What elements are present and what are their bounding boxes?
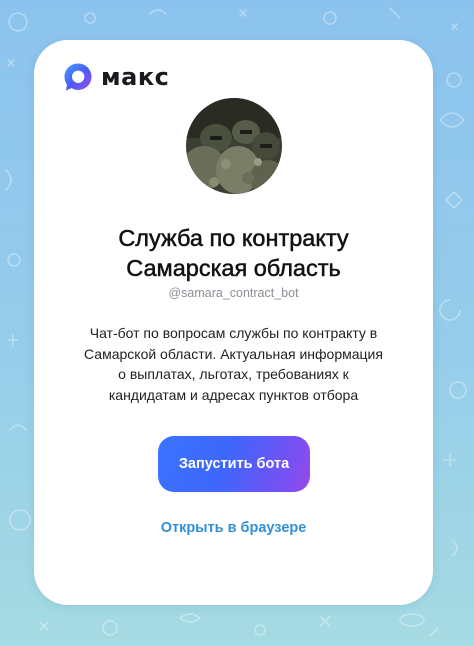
bot-description-line: Самарской области. Актуальная информация <box>84 345 383 362</box>
bot-description-line: о выплатах, льготах, требованиях к <box>118 366 349 382</box>
start-bot-button[interactable]: Запустить бота <box>158 436 310 492</box>
bot-username: @samara_contract_bot <box>168 286 299 300</box>
bot-avatar <box>186 98 282 194</box>
bot-card: макс Служба по контракту Самарская облас… <box>34 40 433 605</box>
max-logo[interactable]: макс <box>63 60 169 94</box>
bot-description-line: кандидатам и адресах пунктов отбора <box>108 386 359 403</box>
bot-title: Служба по контракту Самарская область <box>54 223 413 283</box>
bot-description: Чат-бот по вопросам службы по контракту … <box>64 323 403 405</box>
bot-description-line: Чат-бот по вопросам службы по контракту … <box>89 325 378 341</box>
logo-text: макс <box>101 63 170 91</box>
open-in-browser-link[interactable]: Открыть в браузере <box>54 520 413 536</box>
max-logo-icon <box>64 63 92 91</box>
bot-title-line-1: Служба по контракту <box>118 225 349 252</box>
bot-title-line-2: Самарская область <box>126 255 341 282</box>
